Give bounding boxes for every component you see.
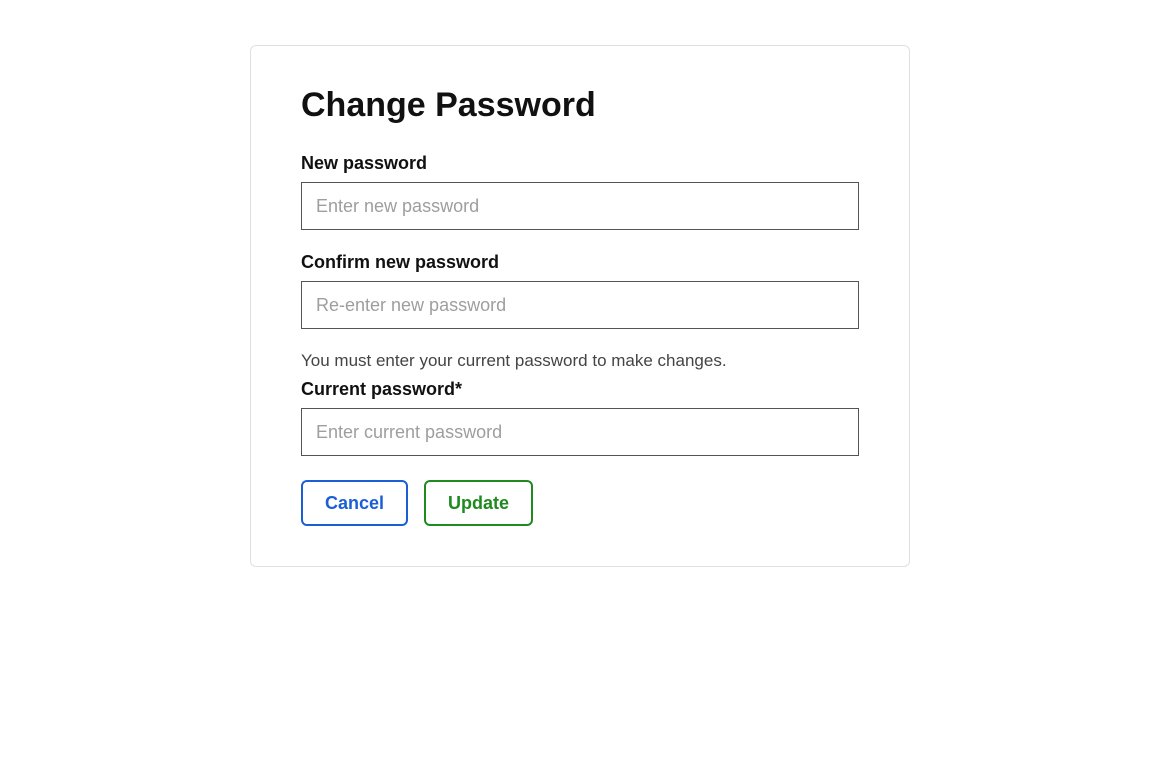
current-password-group: You must enter your current password to … xyxy=(301,351,859,456)
change-password-card: Change Password New password Confirm new… xyxy=(250,45,910,567)
current-password-input[interactable] xyxy=(301,408,859,456)
update-button[interactable]: Update xyxy=(424,480,533,526)
confirm-password-label: Confirm new password xyxy=(301,252,859,273)
current-password-label: Current password* xyxy=(301,379,859,400)
new-password-label: New password xyxy=(301,153,859,174)
new-password-input[interactable] xyxy=(301,182,859,230)
button-row: Cancel Update xyxy=(301,480,859,526)
page-title: Change Password xyxy=(301,86,859,125)
cancel-button[interactable]: Cancel xyxy=(301,480,408,526)
current-password-helper: You must enter your current password to … xyxy=(301,351,859,371)
new-password-group: New password xyxy=(301,153,859,230)
confirm-password-input[interactable] xyxy=(301,281,859,329)
confirm-password-group: Confirm new password xyxy=(301,252,859,329)
